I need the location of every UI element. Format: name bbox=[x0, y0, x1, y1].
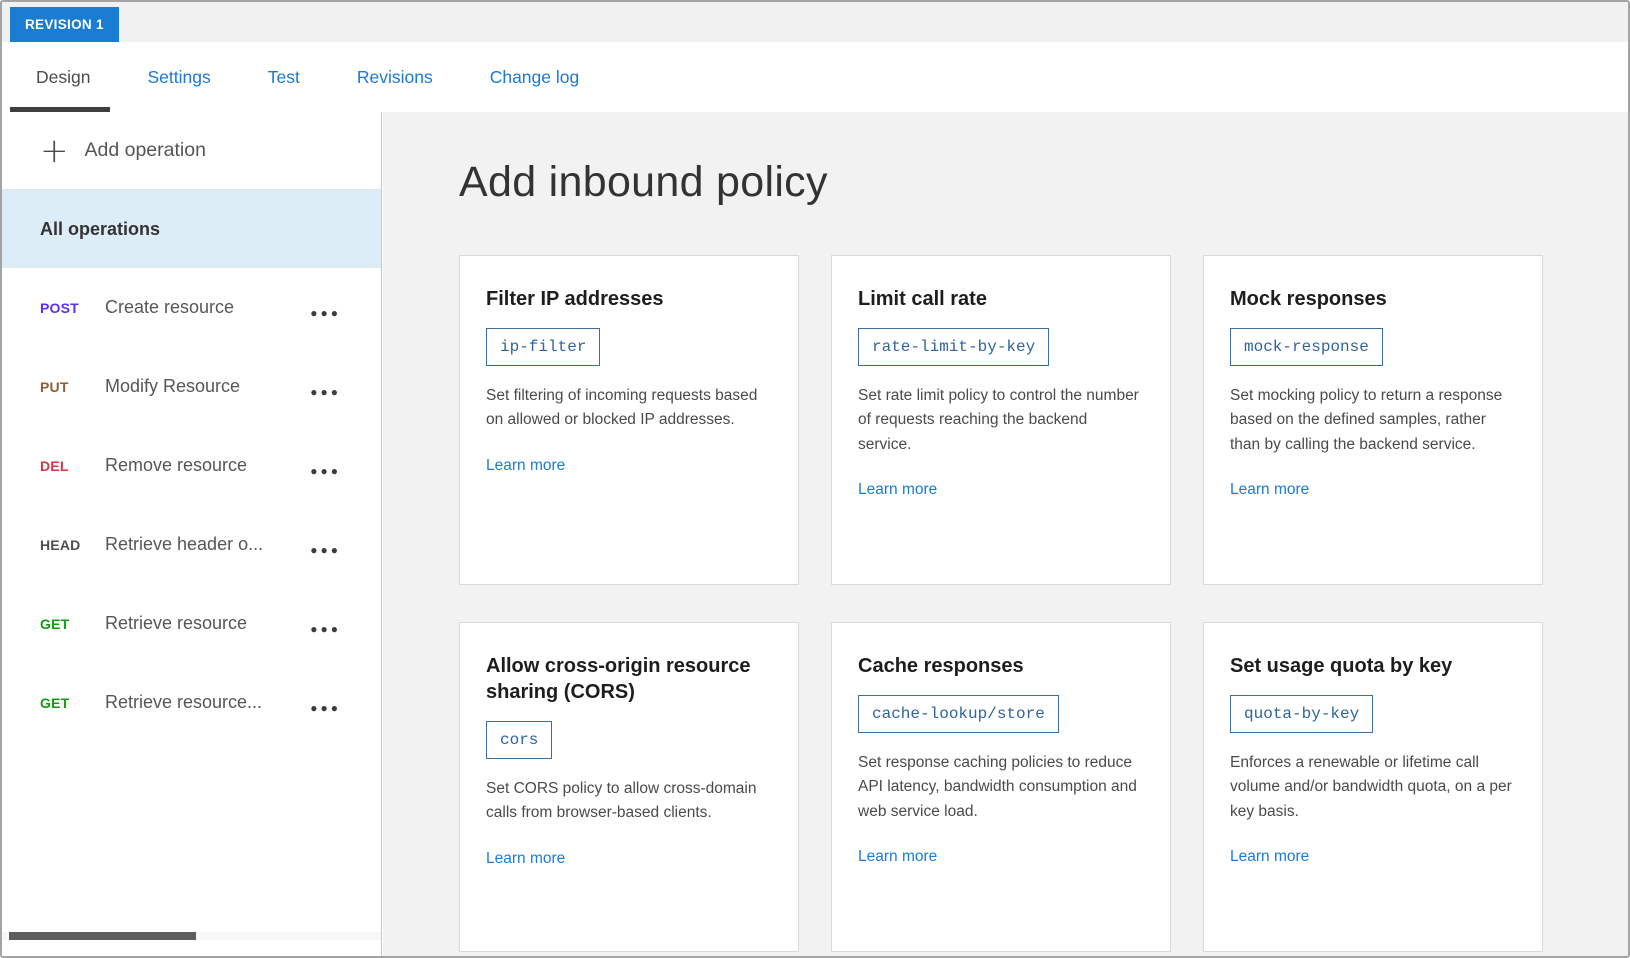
learn-more-link[interactable]: Learn more bbox=[486, 850, 565, 868]
method-badge-put: PUT bbox=[40, 379, 105, 395]
operation-row-retrieve-resource-2[interactable]: GET Retrieve resource... ●●● bbox=[2, 663, 381, 742]
more-icon[interactable]: ●●● bbox=[310, 691, 341, 715]
policy-card-rate-limit[interactable]: Limit call rate rate-limit-by-key Set ra… bbox=[831, 255, 1171, 585]
scrollbar-thumb[interactable] bbox=[9, 932, 196, 940]
card-title: Limit call rate bbox=[858, 286, 1144, 312]
method-badge-get: GET bbox=[40, 616, 105, 632]
add-operation-button[interactable]: + Add operation bbox=[2, 112, 381, 189]
operation-name: Retrieve header o... bbox=[105, 534, 298, 555]
card-title: Filter IP addresses bbox=[486, 286, 772, 312]
tab-bar: Design Settings Test Revisions Change lo… bbox=[2, 42, 1628, 112]
more-icon[interactable]: ●●● bbox=[310, 533, 341, 557]
policy-tag: cache-lookup/store bbox=[858, 695, 1059, 733]
operation-row-create-resource[interactable]: POST Create resource ●●● bbox=[2, 268, 381, 347]
sidebar-horizontal-scrollbar[interactable] bbox=[2, 932, 381, 940]
tab-settings[interactable]: Settings bbox=[141, 42, 216, 112]
policy-tag: rate-limit-by-key bbox=[858, 328, 1049, 366]
policy-picker-panel: Add inbound policy Filter IP addresses i… bbox=[383, 112, 1628, 956]
operation-name: Create resource bbox=[105, 297, 298, 318]
operation-row-modify-resource[interactable]: PUT Modify Resource ●●● bbox=[2, 347, 381, 426]
policy-tag: quota-by-key bbox=[1230, 695, 1373, 733]
card-description: Set rate limit policy to control the num… bbox=[858, 384, 1144, 457]
card-description: Set CORS policy to allow cross-domain ca… bbox=[486, 777, 772, 826]
method-badge-head: HEAD bbox=[40, 537, 105, 553]
operation-name: Remove resource bbox=[105, 455, 298, 476]
policy-card-mock-response[interactable]: Mock responses mock-response Set mocking… bbox=[1203, 255, 1543, 585]
more-icon[interactable]: ●●● bbox=[310, 296, 341, 320]
operation-row-retrieve-resource[interactable]: GET Retrieve resource ●●● bbox=[2, 584, 381, 663]
policy-tag: ip-filter bbox=[486, 328, 600, 366]
add-operation-label: Add operation bbox=[85, 139, 206, 162]
sidebar-item-all-operations[interactable]: All operations bbox=[2, 189, 381, 268]
more-icon[interactable]: ●●● bbox=[310, 612, 341, 636]
learn-more-link[interactable]: Learn more bbox=[486, 457, 565, 475]
api-management-design-page: REVISION 1 Design Settings Test Revision… bbox=[0, 0, 1630, 958]
page-title: Add inbound policy bbox=[459, 158, 1628, 207]
card-description: Enforces a renewable or lifetime call vo… bbox=[1230, 751, 1516, 824]
operations-sidebar: + Add operation All operations POST Crea… bbox=[2, 112, 382, 956]
top-strip bbox=[2, 2, 1628, 42]
method-badge-get: GET bbox=[40, 695, 105, 711]
tab-revisions[interactable]: Revisions bbox=[351, 42, 439, 112]
card-description: Set filtering of incoming requests based… bbox=[486, 384, 772, 433]
revision-badge: REVISION 1 bbox=[10, 7, 119, 42]
learn-more-link[interactable]: Learn more bbox=[858, 481, 937, 499]
policy-card-filter-ip[interactable]: Filter IP addresses ip-filter Set filter… bbox=[459, 255, 799, 585]
operation-name: Retrieve resource... bbox=[105, 692, 298, 713]
card-title: Cache responses bbox=[858, 653, 1144, 679]
policy-card-cors[interactable]: Allow cross-origin resource sharing (COR… bbox=[459, 622, 799, 952]
card-title: Set usage quota by key bbox=[1230, 653, 1516, 679]
more-icon[interactable]: ●●● bbox=[310, 454, 341, 478]
learn-more-link[interactable]: Learn more bbox=[1230, 848, 1309, 866]
method-badge-del: DEL bbox=[40, 458, 105, 474]
operation-row-remove-resource[interactable]: DEL Remove resource ●●● bbox=[2, 426, 381, 505]
policy-tag: mock-response bbox=[1230, 328, 1383, 366]
card-title: Allow cross-origin resource sharing (COR… bbox=[486, 653, 772, 705]
operation-row-retrieve-header[interactable]: HEAD Retrieve header o... ●●● bbox=[2, 505, 381, 584]
policy-card-grid: Filter IP addresses ip-filter Set filter… bbox=[459, 255, 1628, 952]
tab-design[interactable]: Design bbox=[30, 42, 96, 112]
all-operations-label: All operations bbox=[40, 219, 160, 240]
policy-tag: cors bbox=[486, 721, 552, 759]
card-description: Set mocking policy to return a response … bbox=[1230, 384, 1516, 457]
policy-card-cache[interactable]: Cache responses cache-lookup/store Set r… bbox=[831, 622, 1171, 952]
operation-name: Modify Resource bbox=[105, 376, 298, 397]
operation-name: Retrieve resource bbox=[105, 613, 298, 634]
tab-change-log[interactable]: Change log bbox=[484, 42, 586, 112]
more-icon[interactable]: ●●● bbox=[310, 375, 341, 399]
learn-more-link[interactable]: Learn more bbox=[858, 848, 937, 866]
tab-test[interactable]: Test bbox=[262, 42, 306, 112]
card-description: Set response caching policies to reduce … bbox=[858, 751, 1144, 824]
learn-more-link[interactable]: Learn more bbox=[1230, 481, 1309, 499]
policy-card-quota[interactable]: Set usage quota by key quota-by-key Enfo… bbox=[1203, 622, 1543, 952]
method-badge-post: POST bbox=[40, 300, 105, 316]
card-title: Mock responses bbox=[1230, 286, 1516, 312]
